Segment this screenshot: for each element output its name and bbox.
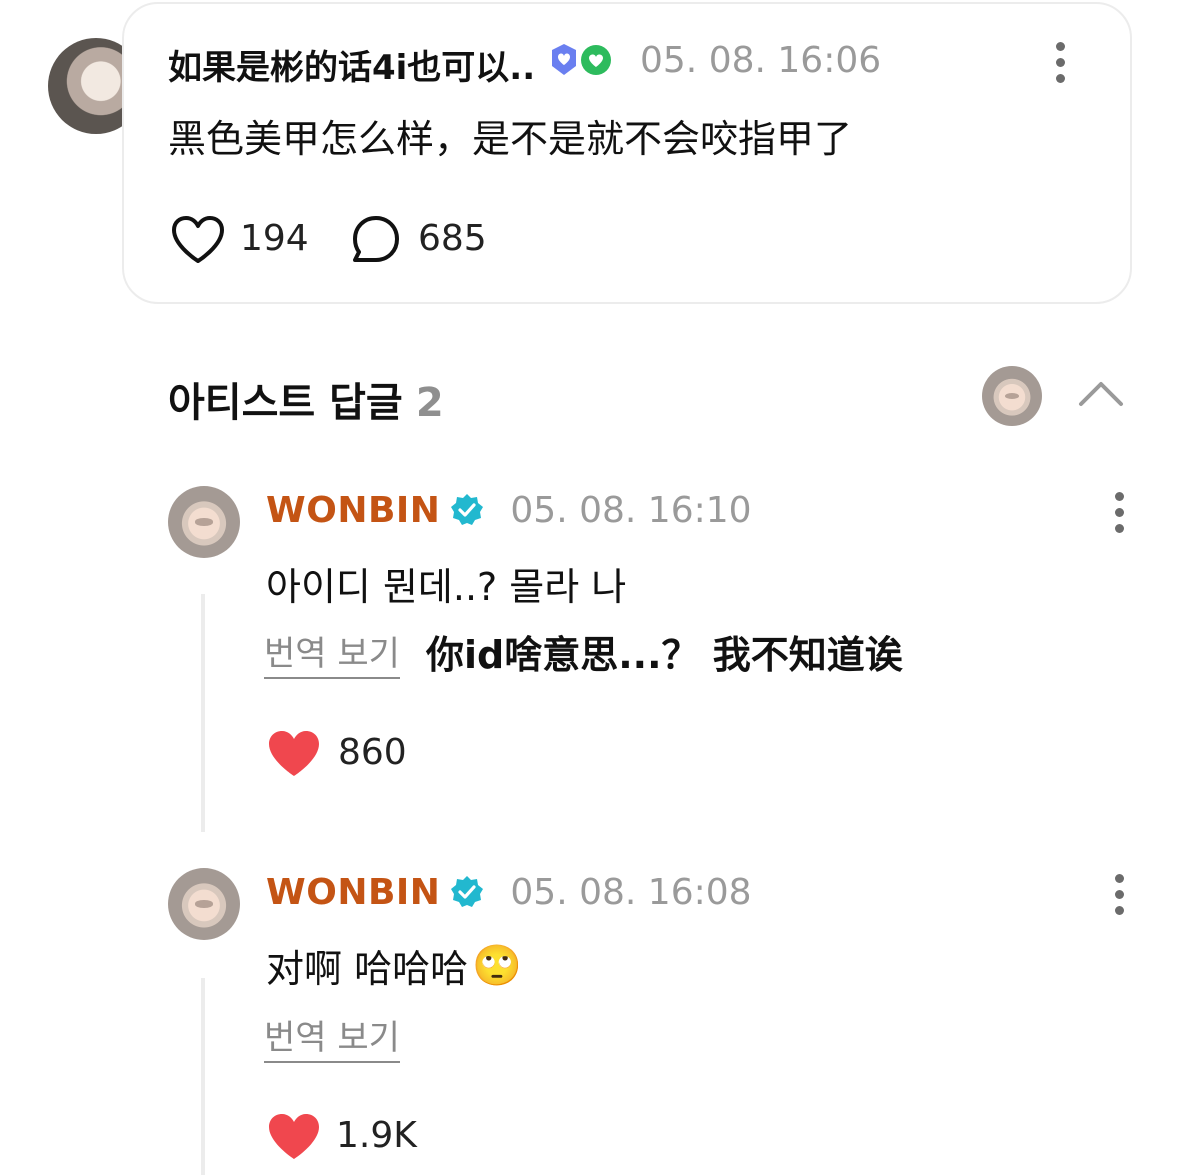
reply-like-button[interactable] — [266, 1111, 322, 1163]
reply-avatar[interactable] — [168, 868, 240, 940]
post-comment-button[interactable] — [350, 214, 402, 266]
section-count: 2 — [415, 380, 444, 426]
heart-outline-icon — [172, 216, 224, 263]
reply-like-count: 860 — [338, 732, 407, 773]
reply-author-name[interactable]: WONBIN — [266, 490, 440, 531]
blue-heart-badge-icon — [552, 44, 576, 75]
verified-badge-icon — [451, 876, 484, 907]
reply-more-options-icon[interactable] — [1113, 492, 1125, 540]
post-timestamp: 05. 08. 16:06 — [640, 40, 882, 81]
reply-timestamp: 05. 08. 16:10 — [510, 489, 752, 531]
post-author-name[interactable]: 如果是彬的话4i也可以.. — [168, 40, 535, 89]
post-text: 黑色美甲怎么样，是不是就不会咬指甲了 — [168, 117, 853, 161]
post-comment-count: 685 — [418, 218, 487, 259]
reply-timestamp: 05. 08. 16:08 — [510, 871, 752, 913]
post-like-button[interactable] — [170, 214, 226, 266]
translation-overlay: 你id啥意思...？ 我不知道诶 — [426, 633, 903, 677]
heart-filled-icon — [269, 731, 319, 776]
thread-line — [201, 978, 205, 1175]
reply-header: WONBIN 05. 08. 16:08 — [266, 870, 752, 914]
section-title: 아티스트 답글 — [168, 380, 403, 426]
thread-line — [201, 594, 205, 832]
reply-text: 아이디 뭔데..? 몰라 나 — [266, 565, 627, 609]
translate-link[interactable]: 번역 보기 — [264, 626, 400, 679]
reply-text-row: 对啊 哈哈哈 🙄 — [266, 938, 522, 993]
reply-text: 对啊 哈哈哈 — [266, 947, 469, 991]
reply-more-options-icon[interactable] — [1113, 874, 1125, 922]
reply-avatar[interactable] — [168, 486, 240, 558]
translate-link[interactable]: 번역 보기 — [264, 1010, 400, 1063]
reply-header: WONBIN 05. 08. 16:10 — [266, 488, 752, 532]
post-more-options-icon[interactable] — [1054, 42, 1066, 90]
reply-like-button[interactable] — [266, 728, 322, 780]
post-badges — [548, 42, 614, 78]
post-like-count: 194 — [240, 218, 309, 259]
comment-bubble-icon — [353, 216, 399, 262]
reply-author-name[interactable]: WONBIN — [266, 872, 440, 913]
green-heart-badge-icon — [581, 45, 611, 75]
artist-replies-header: 아티스트 답글 2 — [168, 370, 444, 428]
artist-avatar-small[interactable] — [982, 366, 1042, 426]
reply-like-count: 1.9K — [336, 1115, 417, 1156]
collapse-chevron-up-icon[interactable] — [1078, 378, 1124, 408]
eye-roll-emoji: 🙄 — [472, 943, 522, 989]
heart-filled-icon — [269, 1114, 319, 1159]
verified-badge-icon — [451, 494, 484, 525]
